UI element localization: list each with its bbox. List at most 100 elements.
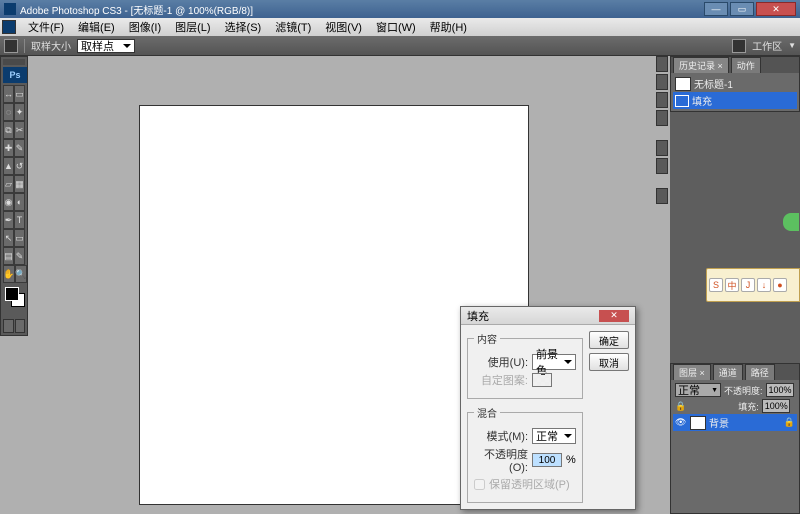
- stamp-tool[interactable]: ▲: [3, 157, 14, 175]
- cancel-button[interactable]: 取消: [589, 353, 629, 371]
- brush-tool[interactable]: ✎: [14, 139, 25, 157]
- lasso-tool[interactable]: ◌: [3, 103, 14, 121]
- slice-tool[interactable]: ✂: [14, 121, 25, 139]
- dock-icon-para[interactable]: [656, 158, 668, 174]
- preserve-trans-checkbox: [474, 479, 485, 490]
- legend-blend: 混合: [474, 405, 500, 420]
- sample-size-value: 取样点: [81, 38, 114, 54]
- menu-edit[interactable]: 编辑(E): [72, 18, 121, 36]
- crop-tool[interactable]: ⧉: [3, 121, 14, 139]
- dock-icon-color[interactable]: [656, 74, 668, 90]
- quick-mask-toggle: [3, 319, 25, 333]
- maximize-button[interactable]: ▭: [730, 2, 754, 16]
- layer-thumb-icon: [690, 416, 706, 430]
- dialog-title: 填充: [467, 308, 599, 324]
- chevron-down-icon: [123, 44, 131, 48]
- zoom-tool[interactable]: 🔍: [15, 265, 27, 283]
- history-brush-tool[interactable]: ↺: [14, 157, 25, 175]
- layers-panel: 图层 × 通道 路径 正常 ▼ 不透明度: 100% 🔒 填充: 100%: [670, 363, 800, 514]
- workspace-tri[interactable]: ▼: [788, 41, 796, 50]
- tab-history[interactable]: 历史记录 ×: [673, 57, 729, 73]
- layer-row[interactable]: 👁 背景 🔒: [673, 414, 797, 431]
- dock-icon-swatches[interactable]: [656, 92, 668, 108]
- pen-tool[interactable]: ✒: [3, 211, 14, 229]
- dock-icon-styles[interactable]: [656, 110, 668, 126]
- dock-icon-info[interactable]: [656, 188, 668, 204]
- path-select-tool[interactable]: ↖: [3, 229, 14, 247]
- fieldset-content: 内容 使用(U): 前景色 自定图案:: [467, 331, 583, 399]
- fill-value[interactable]: 100%: [762, 399, 790, 413]
- marquee-tool[interactable]: ▭: [14, 85, 25, 103]
- sample-size-combo[interactable]: 取样点: [77, 39, 135, 53]
- menu-help[interactable]: 帮助(H): [424, 18, 473, 36]
- notes-tool[interactable]: ▤: [3, 247, 14, 265]
- eraser-tool[interactable]: ▱: [3, 175, 14, 193]
- move-tool[interactable]: ↔: [3, 85, 14, 103]
- heal-tool[interactable]: ✚: [3, 139, 14, 157]
- chevron-down-icon: [564, 434, 572, 438]
- doc-thumb-icon: [675, 77, 691, 91]
- blur-tool[interactable]: ◉: [3, 193, 14, 211]
- panel-grip[interactable]: [3, 59, 25, 65]
- ime-icon[interactable]: S: [709, 278, 723, 292]
- menu-filter[interactable]: 滤镜(T): [269, 18, 317, 36]
- tab-channels[interactable]: 通道: [713, 364, 743, 380]
- photoshop-logo-icon: [4, 3, 16, 15]
- gradient-tool[interactable]: ▦: [14, 175, 25, 193]
- opacity-input[interactable]: [532, 453, 562, 467]
- sample-size-label: 取样大小: [31, 38, 71, 53]
- ime-icon[interactable]: J: [741, 278, 755, 292]
- tab-paths[interactable]: 路径: [745, 364, 775, 380]
- history-row-label: 无标题-1: [694, 76, 733, 91]
- tab-layers[interactable]: 图层 ×: [673, 364, 711, 380]
- use-combo[interactable]: 前景色: [532, 354, 576, 370]
- dodge-tool[interactable]: ◐: [14, 193, 25, 211]
- dock-icon-navigator[interactable]: [656, 56, 668, 72]
- foreground-swatch[interactable]: [5, 287, 19, 301]
- close-button[interactable]: ✕: [756, 2, 796, 16]
- options-bar: 取样大小 取样点 工作区 ▼: [0, 36, 800, 56]
- type-tool[interactable]: T: [14, 211, 25, 229]
- history-row[interactable]: 填充: [673, 92, 797, 109]
- menu-file[interactable]: 文件(F): [22, 18, 70, 36]
- hand-tool[interactable]: ✋: [3, 265, 15, 283]
- ime-icon[interactable]: ↓: [757, 278, 771, 292]
- custom-pattern-label: 自定图案:: [474, 372, 528, 388]
- layer-name: 背景: [709, 415, 729, 430]
- opacity-label: 不透明度:: [724, 384, 763, 397]
- workspace-label[interactable]: 工作区: [752, 38, 782, 53]
- menu-image[interactable]: 图像(I): [123, 18, 167, 36]
- history-row[interactable]: 无标题-1: [673, 75, 797, 92]
- mode-combo[interactable]: 正常: [532, 428, 576, 444]
- visibility-eye-icon[interactable]: 👁: [675, 417, 687, 428]
- ime-icon[interactable]: ●: [773, 278, 787, 292]
- ok-button[interactable]: 确定: [589, 331, 629, 349]
- dialog-titlebar[interactable]: 填充 ✕: [461, 307, 635, 325]
- quick-mask-button[interactable]: [15, 319, 26, 333]
- wand-tool[interactable]: ✦: [14, 103, 25, 121]
- menu-layer[interactable]: 图层(L): [169, 18, 216, 36]
- dialog-close-button[interactable]: ✕: [599, 310, 629, 322]
- window-controls: — ▭ ✕: [704, 2, 796, 16]
- preserve-trans-label: 保留透明区域(P): [489, 476, 570, 492]
- chevron-down-icon: [564, 360, 572, 364]
- main-area: Ps ↔▭ ◌✦ ⧉✂ ✚✎ ▲↺ ▱▦ ◉◐ ✒T ↖▭ ▤✎ ✋🔍: [0, 56, 800, 514]
- ime-toolbar[interactable]: S 中 J ↓ ●: [706, 268, 800, 302]
- opacity-value[interactable]: 100%: [766, 383, 794, 397]
- current-tool-icon[interactable]: [4, 39, 18, 53]
- side-tab-icon[interactable]: [783, 213, 799, 231]
- workspace-icon[interactable]: [732, 39, 746, 53]
- menu-select[interactable]: 选择(S): [219, 18, 268, 36]
- eyedropper-tool[interactable]: ✎: [14, 247, 25, 265]
- blend-mode-combo[interactable]: 正常 ▼: [675, 383, 721, 397]
- app-icon: [2, 20, 16, 34]
- tab-actions[interactable]: 动作: [731, 57, 761, 73]
- blend-mode-value: 正常: [678, 382, 700, 398]
- menu-view[interactable]: 视图(V): [319, 18, 368, 36]
- menu-window[interactable]: 窗口(W): [370, 18, 422, 36]
- standard-mode-button[interactable]: [3, 319, 14, 333]
- minimize-button[interactable]: —: [704, 2, 728, 16]
- shape-tool[interactable]: ▭: [14, 229, 25, 247]
- ime-icon[interactable]: 中: [725, 278, 739, 292]
- dock-icon-char[interactable]: [656, 140, 668, 156]
